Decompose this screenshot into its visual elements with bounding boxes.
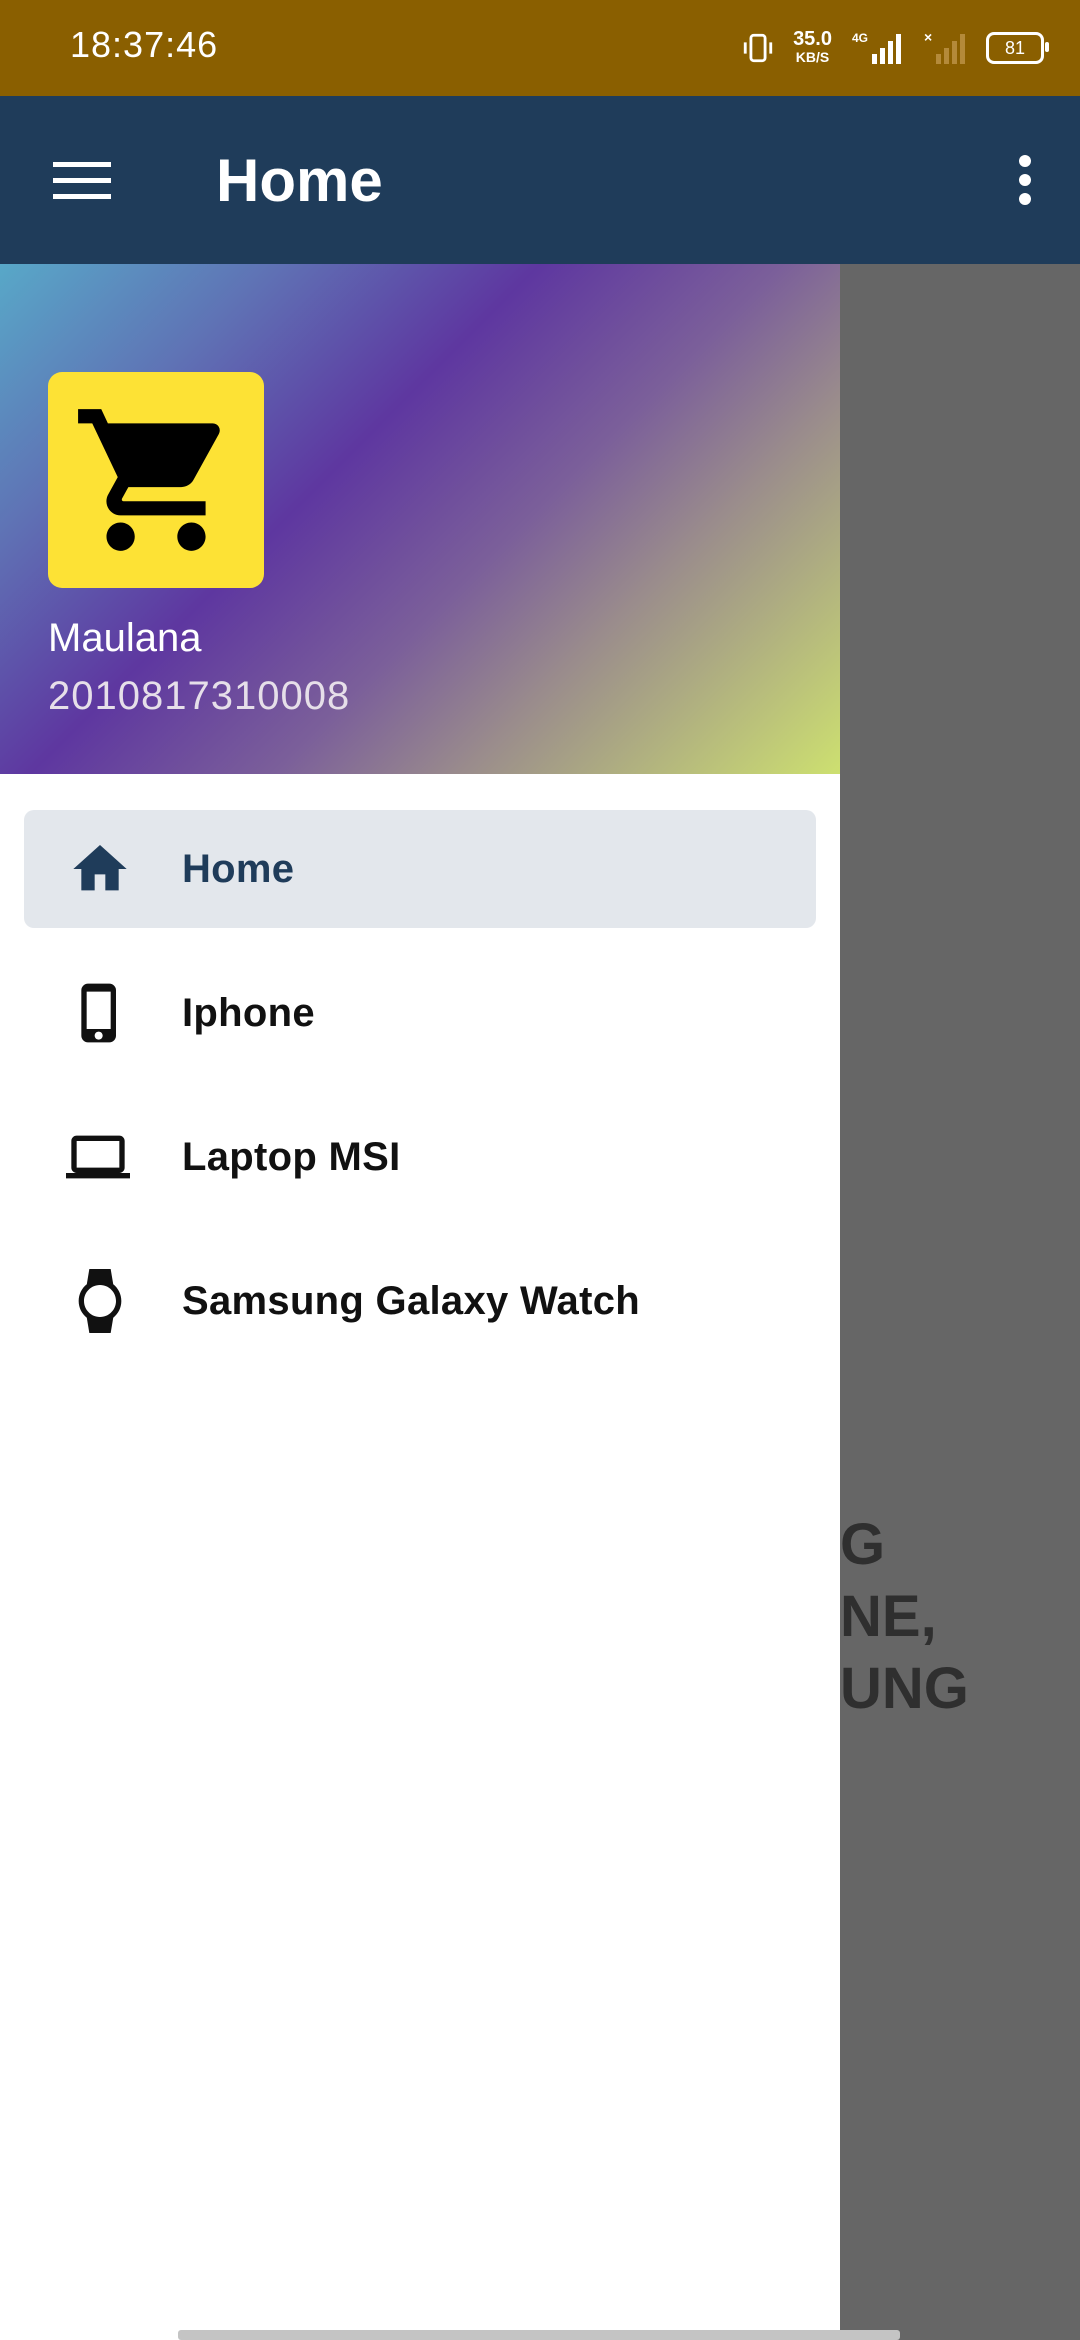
- nav-item-iphone[interactable]: Iphone: [24, 954, 816, 1072]
- background-text-line: NE,: [840, 1584, 937, 1649]
- battery-icon: 81: [986, 32, 1049, 64]
- page-title: Home: [216, 147, 383, 214]
- status-icons: 35.0 KB/S 4G × 81: [741, 22, 1049, 74]
- overflow-menu-button[interactable]: [990, 142, 1060, 218]
- laptop-icon: [66, 1135, 130, 1179]
- hamburger-menu-icon: [53, 162, 111, 199]
- signal-4g-icon: 4G: [852, 31, 901, 64]
- speed-value: 35.0: [793, 28, 832, 50]
- phone-icon: [81, 983, 116, 1043]
- svg-text:4G: 4G: [852, 31, 868, 45]
- nav-item-label: Samsung Galaxy Watch: [182, 1278, 640, 1323]
- nav-item-label: Laptop MSI: [182, 1134, 401, 1179]
- watch-icon: [78, 1269, 122, 1333]
- status-time: 18:37:46: [70, 24, 219, 65]
- user-id: 2010817310008: [48, 674, 351, 718]
- drawer-header: Maulana 2010817310008: [0, 264, 840, 774]
- svg-text:×: ×: [924, 30, 932, 45]
- nav-item-laptop-msi[interactable]: Laptop MSI: [24, 1098, 816, 1216]
- nav-item-label: Home: [182, 846, 295, 891]
- navigation-drawer: Maulana 2010817310008 Home Iphone Laptop…: [0, 264, 840, 2340]
- background-text-line: UNG: [840, 1656, 969, 1721]
- vibrate-icon: [743, 33, 773, 63]
- network-speed: 35.0 KB/S: [793, 28, 832, 66]
- more-vert-icon: [1019, 155, 1031, 205]
- avatar: [48, 372, 264, 588]
- home-icon: [73, 845, 127, 891]
- nav-item-home[interactable]: Home: [24, 810, 816, 928]
- user-name: Maulana: [48, 616, 202, 660]
- app-bar: Home: [0, 96, 1080, 264]
- background-text-line: G: [840, 1512, 886, 1577]
- drawer-scrim[interactable]: G NE, UNG: [840, 264, 1080, 2340]
- speed-unit: KB/S: [795, 49, 830, 65]
- gesture-bar[interactable]: [178, 2330, 900, 2340]
- signal-empty-icon: ×: [924, 30, 965, 64]
- menu-button[interactable]: [40, 142, 124, 218]
- status-bar: 18:37:46 35.0 KB/S 4G × 81: [0, 0, 1080, 96]
- background-content: G NE, UNG: [840, 1509, 1080, 1725]
- shopping-cart-icon: [78, 409, 220, 551]
- nav-item-label: Iphone: [182, 990, 315, 1035]
- nav-item-samsung-galaxy-watch[interactable]: Samsung Galaxy Watch: [24, 1242, 816, 1360]
